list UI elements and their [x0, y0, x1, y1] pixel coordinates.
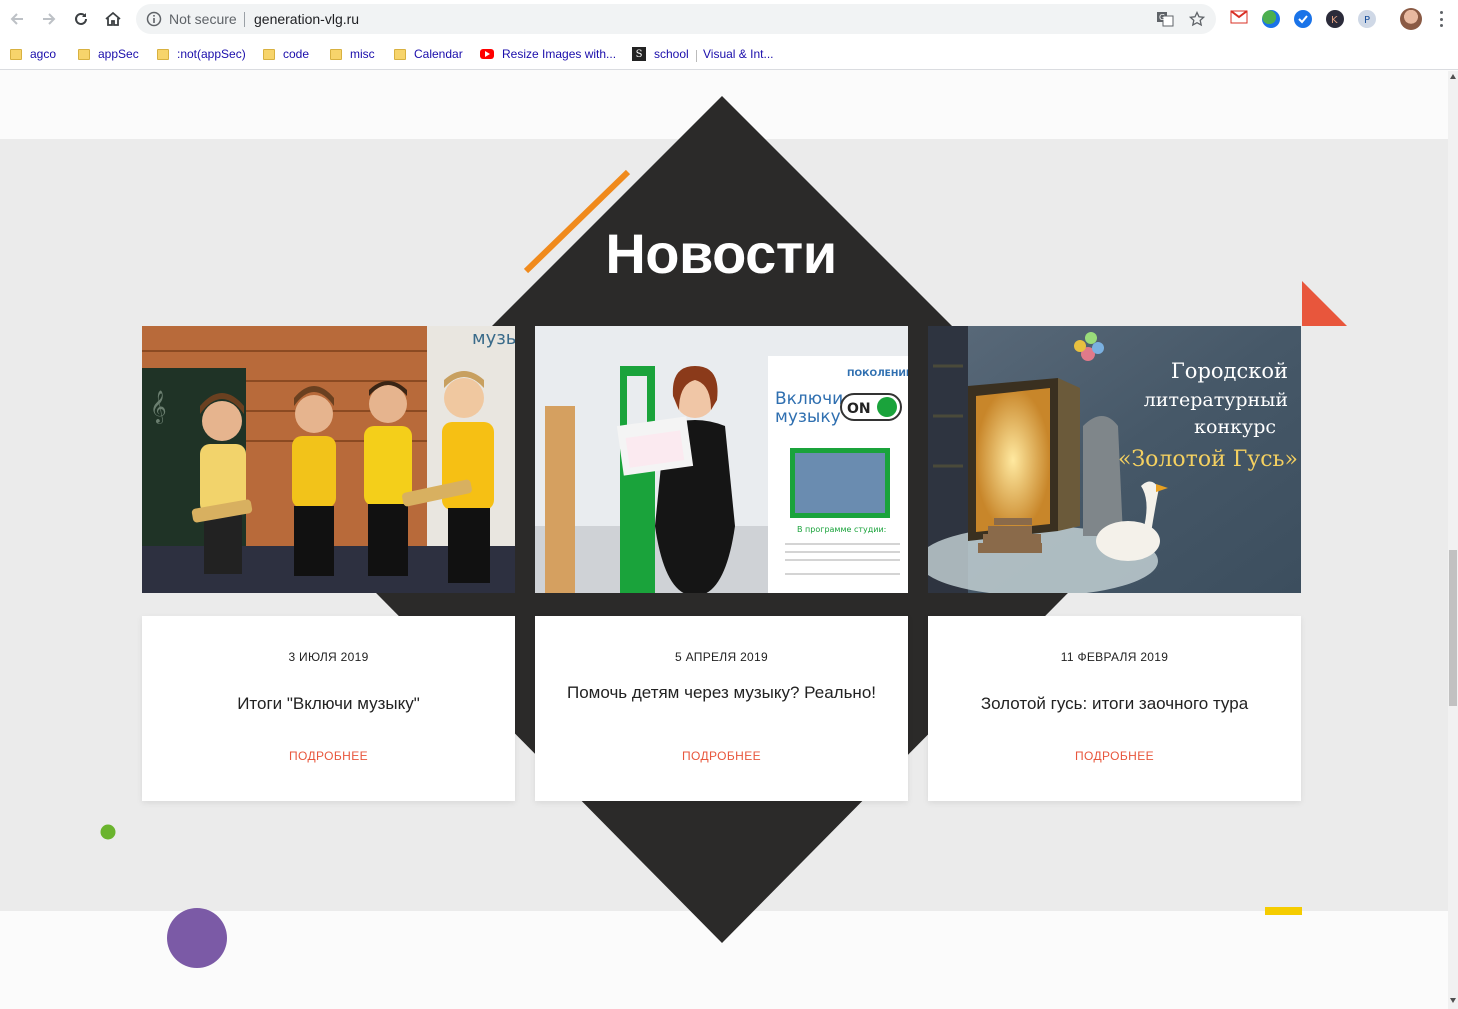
bookmark-label: appSec [98, 47, 139, 61]
news-title[interactable]: Помочь детям через музыку? Реально! [555, 681, 888, 704]
home-button[interactable] [102, 8, 124, 30]
arrow-right-icon [43, 13, 56, 25]
home-icon [105, 11, 121, 26]
bookmark-label: Resize Images with... [502, 47, 617, 61]
address-bar[interactable]: Not secure generation-vlg.ru G [136, 4, 1216, 34]
bookmark-label: misc [350, 47, 375, 61]
p-extension-icon[interactable]: P [1358, 10, 1376, 28]
bookmark-not-appsec[interactable]: :not(appSec) [157, 44, 246, 64]
bookmark-label: code [283, 47, 310, 61]
poster-line3: конкурс [1194, 416, 1276, 438]
forward-button[interactable] [38, 8, 60, 30]
security-label: Not secure [169, 11, 237, 27]
folder-icon [330, 48, 342, 60]
news-date: 11 ФЕВРАЛЯ 2019 [1060, 650, 1169, 664]
reload-button[interactable] [70, 8, 92, 30]
green-dot [100, 824, 116, 840]
k-extension-icon[interactable]: K [1326, 10, 1344, 28]
news-photo-2[interactable]: ПОКОЛЕНИЕ Включи музыку ON В программе с… [535, 326, 908, 593]
folder-icon [263, 48, 275, 60]
news-title[interactable]: Золотой гусь: итоги заочного тура [948, 692, 1281, 715]
poster-line2: литературный [1144, 389, 1288, 411]
news-card-3: 11 ФЕВРАЛЯ 2019 Золотой гусь: итоги заоч… [928, 616, 1301, 801]
gmail-icon[interactable] [1230, 10, 1248, 28]
folder-icon [157, 48, 169, 60]
golden-goose-poster: Городской литературный конкурс «Золотой … [928, 326, 1301, 593]
scroll-up-arrow-icon[interactable] [1450, 74, 1456, 79]
url-text[interactable]: generation-vlg.ru [254, 11, 359, 27]
folder-icon [10, 48, 22, 60]
browser-toolbar: Not secure generation-vlg.ru G K P [0, 0, 1458, 38]
purple-circle [167, 908, 227, 968]
page-scrollbar[interactable] [1448, 71, 1458, 1009]
bookmark-label: Visual & Int... [703, 47, 774, 61]
news-photo-1[interactable]: 𝄞 музы [142, 326, 515, 593]
bookmark-resize-images[interactable]: Resize Images with... [480, 44, 616, 64]
yellow-bar [1265, 907, 1302, 915]
bookmark-label: agco [30, 47, 57, 61]
bookmark-agco[interactable]: agco [10, 44, 56, 64]
bookmark-label: :not(appSec) [177, 47, 246, 61]
folder-icon [394, 48, 406, 60]
globe-extension-icon[interactable] [1262, 10, 1280, 28]
page-viewport: Новости 𝄞 музы ПОКОЛЕНИЕ Включи музыку O… [0, 71, 1448, 1009]
news-title[interactable]: Итоги "Включи музыку" [162, 692, 495, 715]
banner-caption: В программе студии: [797, 525, 886, 534]
translate-icon[interactable]: G [1156, 11, 1174, 27]
bookmark-calendar[interactable]: Calendar [394, 44, 463, 64]
poster-line4: «Золотой Гусь» [1118, 447, 1298, 472]
check-extension-icon[interactable] [1294, 10, 1312, 28]
reload-icon [75, 12, 87, 25]
bookmark-star-icon[interactable] [1189, 11, 1205, 27]
bookmarks-bar: agco appSec :not(appSec) code misc Calen… [0, 38, 1458, 70]
divider [244, 12, 245, 27]
arrow-left-icon [10, 13, 23, 25]
news-card-1: 3 ИЮЛЯ 2019 Итоги "Включи музыку" ПОДРОБ… [142, 616, 515, 801]
news-date: 5 АПРЕЛЯ 2019 [675, 650, 768, 664]
banner-stand: ПОКОЛЕНИЕ Включи музыку ON В программе с… [768, 356, 908, 593]
read-more-link[interactable]: ПОДРОБНЕЕ [535, 749, 908, 763]
read-more-link[interactable]: ПОДРОБНЕЕ [142, 749, 515, 763]
read-more-link[interactable]: ПОДРОБНЕЕ [928, 749, 1301, 763]
banner-badge: ON [847, 401, 871, 417]
red-triangle [1302, 281, 1347, 326]
bookmark-label: Calendar [414, 47, 463, 61]
scrollbar-thumb[interactable] [1449, 550, 1457, 706]
svg-text:P: P [1364, 15, 1370, 26]
profile-avatar[interactable] [1400, 8, 1422, 30]
menu-kebab-icon[interactable] [1440, 11, 1444, 27]
svg-text:𝄞: 𝄞 [150, 390, 167, 424]
banner-text: музы [472, 328, 515, 349]
bookmark-label: school [654, 47, 689, 61]
bookmark-school[interactable]: Sschool [632, 44, 689, 64]
bookmark-appsec[interactable]: appSec [78, 44, 139, 64]
banner-brand: ПОКОЛЕНИЕ [847, 369, 908, 379]
banner-line2: музыку [775, 407, 841, 427]
divider [696, 50, 697, 62]
bookmark-code[interactable]: code [263, 44, 309, 64]
news-photo-3[interactable]: Городской литературный конкурс «Золотой … [928, 326, 1301, 593]
news-card-2: 5 АПРЕЛЯ 2019 Помочь детям через музыку?… [535, 616, 908, 801]
back-button[interactable] [6, 8, 28, 30]
svg-text:G: G [1159, 13, 1165, 22]
info-icon[interactable] [146, 11, 162, 27]
banner-line1: Включи [775, 389, 843, 409]
poster-line1: Городской [1171, 359, 1288, 383]
bookmark-visual[interactable]: Visual & Int... [703, 44, 773, 64]
svg-text:K: K [1331, 15, 1338, 26]
s-icon: S [632, 47, 646, 61]
children-music-photo: 𝄞 музы [142, 326, 515, 593]
teacher-presentation-photo: ПОКОЛЕНИЕ Включи музыку ON В программе с… [535, 326, 908, 593]
news-date: 3 ИЮЛЯ 2019 [288, 650, 369, 664]
folder-icon [78, 48, 90, 60]
news-heading: Новости [605, 222, 837, 285]
bookmark-misc[interactable]: misc [330, 44, 375, 64]
youtube-icon [480, 49, 494, 59]
scroll-down-arrow-icon[interactable] [1450, 998, 1456, 1003]
